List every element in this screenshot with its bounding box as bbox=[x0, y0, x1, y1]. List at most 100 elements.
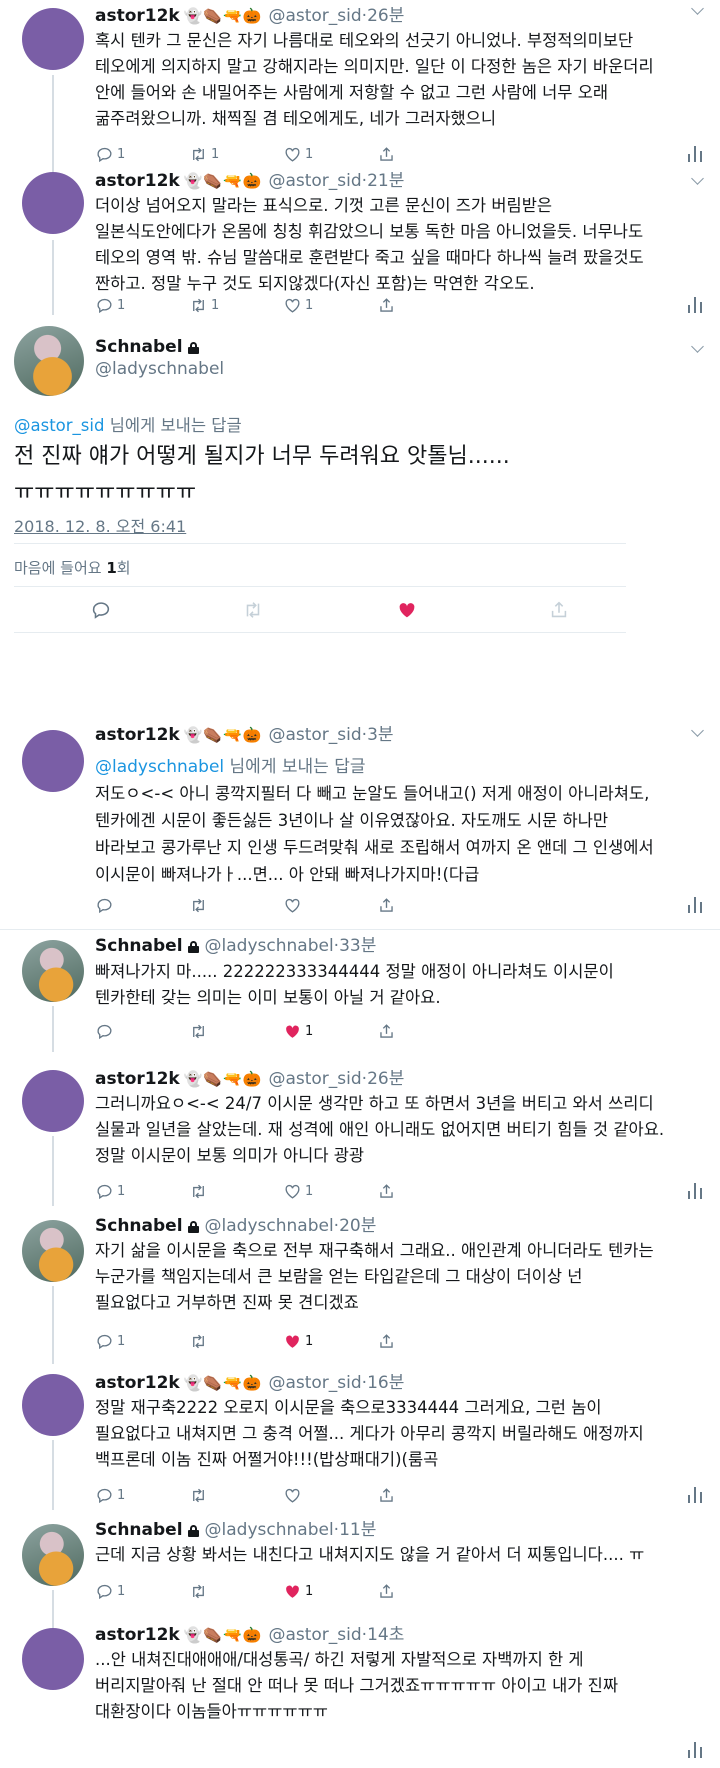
analytics-icon[interactable] bbox=[688, 1742, 702, 1758]
avatar[interactable] bbox=[22, 1374, 84, 1436]
share-button[interactable] bbox=[377, 1580, 396, 1602]
display-name[interactable]: astor12k bbox=[95, 170, 180, 192]
chevron-down-icon[interactable] bbox=[691, 2, 704, 15]
analytics-icon[interactable] bbox=[688, 297, 702, 313]
tweet-datetime[interactable]: 2018. 12. 8. 오전 6:41 bbox=[14, 513, 186, 537]
reply-button[interactable] bbox=[90, 599, 112, 621]
share-button[interactable] bbox=[377, 294, 396, 316]
handle[interactable]: @ladyschnabel bbox=[205, 1519, 334, 1541]
timestamp[interactable]: 33분 bbox=[339, 935, 376, 957]
handle[interactable]: @astor_sid bbox=[268, 1372, 361, 1394]
timestamp[interactable]: 3분 bbox=[367, 724, 393, 746]
retweet-button[interactable] bbox=[189, 894, 208, 916]
like-button[interactable] bbox=[283, 1484, 302, 1506]
timestamp[interactable]: 26분 bbox=[367, 5, 404, 27]
reply-icon bbox=[97, 1488, 112, 1503]
tweet[interactable]: astor12k 👻⚰️🔫🎃 @astor_sid · 26분 그러니까요ㅇ<-… bbox=[0, 1068, 720, 1206]
tweet[interactable]: astor12k 👻⚰️🔫🎃 @astor_sid · 16분 정말 재구축22… bbox=[0, 1372, 720, 1510]
display-name[interactable]: Schnabel bbox=[95, 935, 183, 957]
analytics-icon[interactable] bbox=[688, 1487, 702, 1503]
share-button[interactable] bbox=[377, 1180, 396, 1202]
like-button[interactable]: 1 bbox=[283, 1580, 313, 1602]
tweet[interactable]: Schnabel @ladyschnabel · 33분 빠져나가지 마....… bbox=[0, 936, 720, 1052]
handle[interactable]: @astor_sid bbox=[268, 1624, 361, 1646]
display-name[interactable]: astor12k bbox=[95, 1068, 180, 1090]
handle[interactable]: @ladyschnabel bbox=[205, 935, 334, 957]
display-name[interactable]: astor12k bbox=[95, 724, 180, 746]
timestamp[interactable]: 26분 bbox=[367, 1068, 404, 1090]
avatar[interactable] bbox=[22, 8, 84, 70]
tweet[interactable]: Schnabel @ladyschnabel · 11분 근데 지금 상황 봐서… bbox=[0, 1520, 720, 1630]
like-button[interactable] bbox=[396, 599, 418, 621]
like-button[interactable] bbox=[283, 894, 302, 916]
avatar[interactable] bbox=[22, 172, 84, 234]
display-name[interactable]: astor12k bbox=[95, 1372, 180, 1394]
analytics-icon[interactable] bbox=[688, 897, 702, 913]
tweet[interactable]: astor12k 👻⚰️🔫🎃 @astor_sid · 26분 혹시 텐카 그 … bbox=[0, 0, 720, 175]
like-button[interactable]: 1 bbox=[283, 1330, 313, 1352]
retweet-button[interactable]: 1 bbox=[189, 143, 219, 165]
timestamp[interactable]: 21분 bbox=[367, 170, 404, 192]
reply-button[interactable] bbox=[95, 894, 114, 916]
display-name[interactable]: Schnabel bbox=[95, 1215, 183, 1237]
tweet[interactable]: Schnabel @ladyschnabel · 20분 자기 삶을 이시문을 … bbox=[0, 1216, 720, 1364]
reply-button[interactable]: 1 bbox=[95, 143, 125, 165]
handle[interactable]: @astor_sid bbox=[268, 1068, 361, 1090]
analytics-icon[interactable] bbox=[688, 146, 702, 162]
retweet-button[interactable] bbox=[189, 1180, 208, 1202]
avatar[interactable] bbox=[22, 1220, 84, 1282]
likes-summary[interactable]: 마음에 들어요 1회 bbox=[14, 557, 131, 578]
reply-button[interactable]: 1 bbox=[95, 294, 125, 316]
chevron-down-icon[interactable] bbox=[691, 340, 704, 353]
like-button[interactable]: 1 bbox=[283, 294, 313, 316]
display-name[interactable]: Schnabel bbox=[95, 1519, 183, 1541]
avatar[interactable] bbox=[22, 940, 84, 1002]
reply-button[interactable]: 1 bbox=[95, 1580, 125, 1602]
retweet-button[interactable] bbox=[189, 1484, 208, 1506]
handle[interactable]: @astor_sid bbox=[268, 724, 361, 746]
share-button[interactable] bbox=[548, 599, 570, 621]
analytics-icon[interactable] bbox=[688, 1183, 702, 1199]
like-button[interactable]: 1 bbox=[283, 1020, 313, 1042]
handle[interactable]: @astor_sid bbox=[268, 5, 361, 27]
retweet-button[interactable] bbox=[242, 599, 264, 621]
retweet-button[interactable] bbox=[189, 1330, 208, 1352]
share-button[interactable] bbox=[377, 1020, 396, 1042]
timestamp[interactable]: 11분 bbox=[339, 1519, 376, 1541]
share-button[interactable] bbox=[377, 1484, 396, 1506]
retweet-button[interactable]: 1 bbox=[189, 294, 219, 316]
share-button[interactable] bbox=[377, 143, 396, 165]
like-button[interactable]: 1 bbox=[283, 1180, 313, 1202]
avatar[interactable] bbox=[14, 326, 84, 396]
display-name[interactable]: astor12k bbox=[95, 5, 180, 27]
handle[interactable]: @ladyschnabel bbox=[95, 358, 224, 380]
retweet-button[interactable] bbox=[189, 1020, 208, 1042]
share-button[interactable] bbox=[377, 894, 396, 916]
reply-button[interactable]: 1 bbox=[95, 1484, 125, 1506]
avatar[interactable] bbox=[22, 1070, 84, 1132]
reply-to-link[interactable]: @ladyschnabel bbox=[95, 757, 224, 777]
handle[interactable]: @ladyschnabel bbox=[205, 1215, 334, 1237]
retweet-button[interactable] bbox=[189, 1580, 208, 1602]
avatar[interactable] bbox=[22, 1524, 84, 1586]
chevron-down-icon[interactable] bbox=[691, 724, 704, 737]
tweet[interactable]: astor12k 👻⚰️🔫🎃 @astor_sid · 21분 더이상 넘어오지… bbox=[0, 170, 720, 315]
chevron-down-icon[interactable] bbox=[691, 172, 704, 185]
share-button[interactable] bbox=[377, 1330, 396, 1352]
avatar[interactable] bbox=[22, 730, 84, 792]
tweet[interactable]: astor12k 👻⚰️🔫🎃 @astor_sid · 3분 @ladyschn… bbox=[0, 722, 720, 930]
like-button[interactable]: 1 bbox=[283, 143, 313, 165]
timestamp[interactable]: 14초 bbox=[367, 1624, 404, 1646]
timestamp[interactable]: 20분 bbox=[339, 1215, 376, 1237]
reply-button[interactable]: 1 bbox=[95, 1330, 125, 1352]
tweet-header: astor12k 👻⚰️🔫🎃 @astor_sid · 21분 bbox=[95, 170, 404, 192]
reply-button[interactable] bbox=[95, 1020, 114, 1042]
tweet[interactable]: astor12k 👻⚰️🔫🎃 @astor_sid · 14초 ...안 내쳐진… bbox=[0, 1624, 720, 1768]
handle[interactable]: @astor_sid bbox=[268, 170, 361, 192]
reply-button[interactable]: 1 bbox=[95, 1180, 125, 1202]
avatar[interactable] bbox=[22, 1628, 84, 1690]
display-name[interactable]: astor12k bbox=[95, 1624, 180, 1646]
display-name[interactable]: Schnabel bbox=[95, 336, 183, 358]
reply-to-link[interactable]: @astor_sid bbox=[14, 416, 104, 435]
timestamp[interactable]: 16분 bbox=[367, 1372, 404, 1394]
